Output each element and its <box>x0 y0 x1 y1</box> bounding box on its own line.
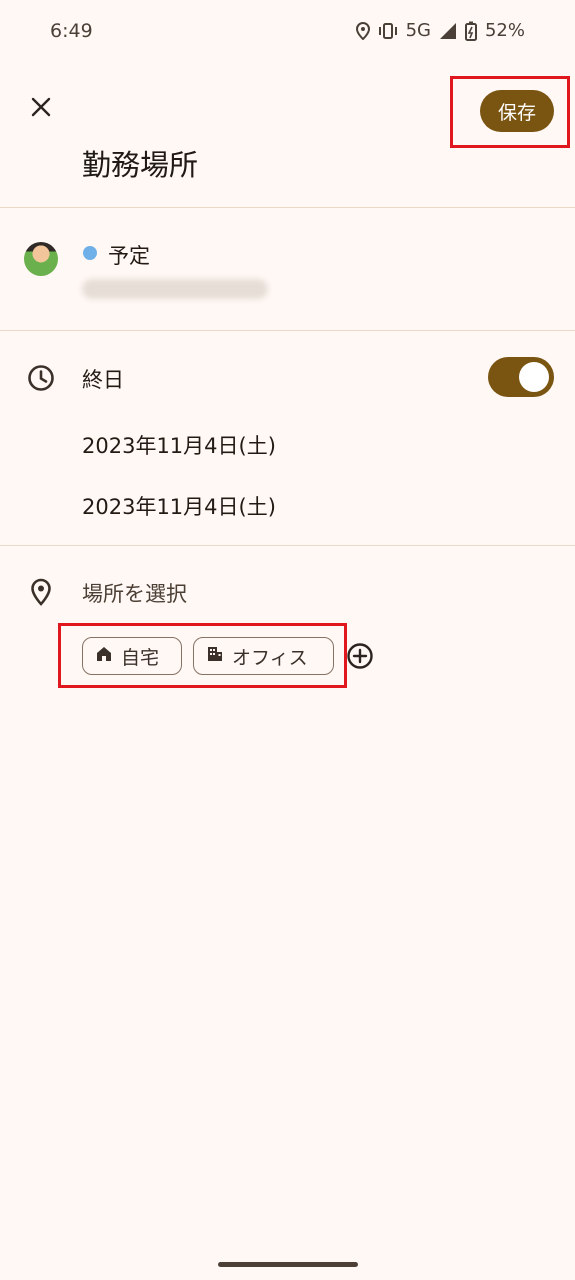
calendar-color-dot <box>83 246 97 260</box>
all-day-label: 終日 <box>82 368 124 392</box>
page-title: 勤務場所 <box>82 148 199 182</box>
toggle-knob <box>519 362 549 392</box>
signal-icon <box>439 22 457 40</box>
battery-level: 52% <box>484 20 525 41</box>
account-email-redacted <box>82 279 268 299</box>
add-location-button[interactable] <box>345 643 375 673</box>
start-date[interactable]: 2023年11月4日(土) <box>82 430 276 460</box>
vibrate-icon <box>378 22 398 39</box>
location-pin-icon <box>28 577 54 607</box>
building-icon <box>206 645 224 668</box>
home-chip[interactable]: 自宅 <box>82 637 182 675</box>
location-icon <box>355 21 370 40</box>
location-select[interactable]: 場所を選択 <box>82 578 187 608</box>
network-label: 5G <box>405 20 431 41</box>
divider <box>0 545 575 546</box>
home-icon <box>95 645 113 668</box>
office-chip[interactable]: オフィス <box>193 637 334 675</box>
close-button[interactable] <box>24 92 58 126</box>
save-button[interactable]: 保存 <box>480 90 554 132</box>
battery-charging-icon <box>464 21 477 41</box>
status-icons: 5G 52% <box>355 20 525 41</box>
avatar <box>24 242 58 276</box>
gesture-nav-bar[interactable] <box>218 1262 358 1267</box>
divider <box>0 330 575 331</box>
divider <box>0 207 575 208</box>
add-circle-icon <box>346 642 374 674</box>
clock-icon <box>26 363 56 393</box>
office-chip-label: オフィス <box>232 646 308 669</box>
status-time: 6:49 <box>50 20 93 42</box>
close-icon <box>31 97 51 121</box>
end-date[interactable]: 2023年11月4日(土) <box>82 491 276 521</box>
home-chip-label: 自宅 <box>121 646 160 669</box>
all-day-toggle[interactable] <box>488 357 554 397</box>
calendar-name[interactable]: 予定 <box>108 240 150 270</box>
